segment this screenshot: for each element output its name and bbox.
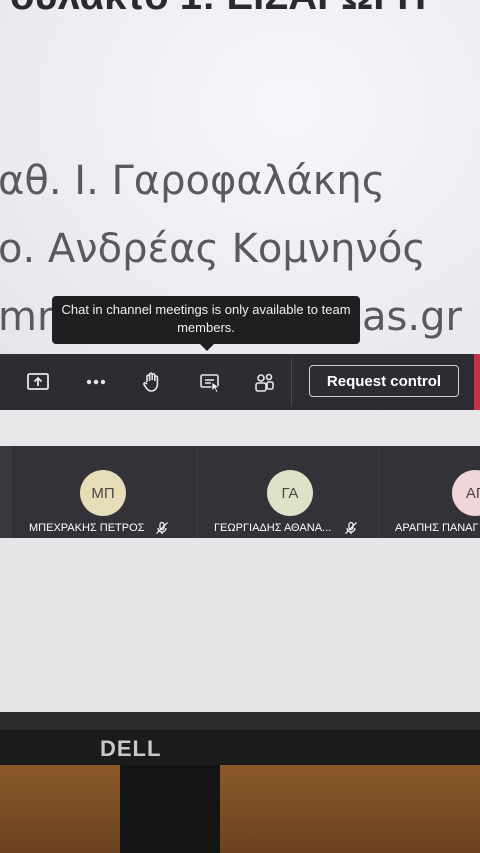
- chat-icon[interactable]: [196, 368, 224, 396]
- monitor-brand-logo: DELL: [100, 736, 162, 761]
- tooltip-arrow: [200, 344, 214, 351]
- mic-off-icon: [156, 521, 168, 534]
- slide-title: ουλακτό 1: ΕΙΣΑΓΩΓΗ: [10, 0, 426, 19]
- desk-surface: [0, 765, 480, 853]
- leave-button-edge[interactable]: [474, 354, 480, 410]
- participant-name: ΑΡΑΠΗΣ ΠΑΝΑΓ: [395, 522, 479, 534]
- avatar: ΑΓ: [452, 470, 480, 516]
- raise-hand-icon[interactable]: [138, 368, 166, 396]
- slide-line-4: as.gr: [362, 294, 462, 340]
- avatar: ΜΠ: [80, 470, 126, 516]
- share-icon[interactable]: [24, 368, 52, 396]
- monitor-screen: ουλακτό 1: ΕΙΣΑΓΩΓΗ αθ. Ι. Γαροφαλάκης ο…: [0, 0, 480, 712]
- mic-off-icon: [345, 521, 357, 534]
- participant-name: ΜΠΕΧΡΑΚΗΣ ΠΕΤΡΟΣ: [29, 522, 145, 534]
- avatar: ΓΑ: [267, 470, 313, 516]
- participant-name: ΓΕΩΡΓΙΑΔΗΣ ΑΘΑΝΑ...: [214, 522, 332, 534]
- participant-tile[interactable]: ΜΠ ΜΠΕΧΡΑΚΗΣ ΠΕΤΡΟΣ: [12, 446, 196, 538]
- slide-line-2: ο. Ανδρέας Κομνηνός: [0, 226, 426, 272]
- participant-tile[interactable]: ΓΑ ΓΕΩΡΓΙΑΔΗΣ ΑΘΑΝΑ...: [198, 446, 378, 538]
- participant-tile[interactable]: ΑΓ ΑΡΑΠΗΣ ΠΑΝΑΓ: [380, 446, 480, 538]
- more-icon[interactable]: [82, 368, 110, 396]
- request-control-button[interactable]: Request control: [309, 365, 459, 397]
- participant-strip: ΜΠ ΜΠΕΧΡΑΚΗΣ ΠΕΤΡΟΣ ΓΑ ΓΕΩΡΓΙΑΔΗΣ ΑΘΑΝΑ.…: [0, 446, 480, 538]
- slide-line-1: αθ. Ι. Γαροφαλάκης: [0, 158, 386, 204]
- toolbar-divider: [291, 358, 292, 406]
- monitor-bezel-edge: [0, 712, 480, 730]
- participants-icon[interactable]: [250, 368, 278, 396]
- monitor-stand: [120, 765, 220, 853]
- chat-tooltip: Chat in channel meetings is only availab…: [52, 296, 360, 344]
